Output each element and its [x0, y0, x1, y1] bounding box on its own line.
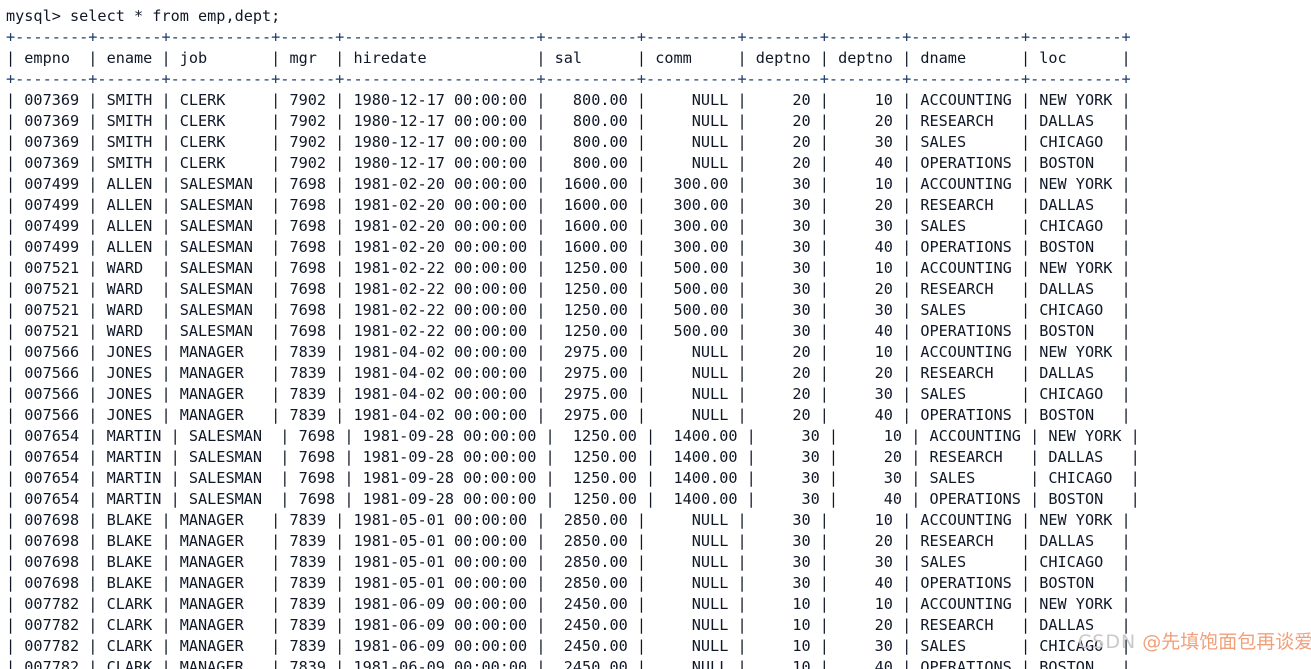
table-row: | 007369 | SMITH | CLERK | 7902 | 1980-1…: [6, 133, 1131, 151]
table-row: | 007654 | MARTIN | SALESMAN | 7698 | 19…: [6, 490, 1140, 508]
table-row: | 007521 | WARD | SALESMAN | 7698 | 1981…: [6, 301, 1131, 319]
table-row: | 007566 | JONES | MANAGER | 7839 | 1981…: [6, 406, 1131, 424]
table-row: | 007521 | WARD | SALESMAN | 7698 | 1981…: [6, 259, 1131, 277]
mysql-prompt-line: mysql> select * from emp,dept;: [6, 7, 281, 25]
table-row: | 007782 | CLARK | MANAGER | 7839 | 1981…: [6, 616, 1131, 634]
table-row: | 007654 | MARTIN | SALESMAN | 7698 | 19…: [6, 448, 1140, 466]
query-result-table: +--------+-------+-----------+------+---…: [6, 27, 1311, 669]
table-row: | 007499 | ALLEN | SALESMAN | 7698 | 198…: [6, 175, 1131, 193]
table-row: | 007566 | JONES | MANAGER | 7839 | 1981…: [6, 364, 1131, 382]
terminal-output[interactable]: mysql> select * from emp,dept; +--------…: [0, 0, 1311, 669]
table-row: | 007499 | ALLEN | SALESMAN | 7698 | 198…: [6, 217, 1131, 235]
table-row: | 007521 | WARD | SALESMAN | 7698 | 1981…: [6, 280, 1131, 298]
table-row: | 007566 | JONES | MANAGER | 7839 | 1981…: [6, 343, 1131, 361]
table-rule-header: +--------+-------+-----------+------+---…: [6, 70, 1131, 88]
table-row: | 007782 | CLARK | MANAGER | 7839 | 1981…: [6, 637, 1131, 655]
table-row: | 007521 | WARD | SALESMAN | 7698 | 1981…: [6, 322, 1131, 340]
table-row: | 007499 | ALLEN | SALESMAN | 7698 | 198…: [6, 196, 1131, 214]
table-row: | 007566 | JONES | MANAGER | 7839 | 1981…: [6, 385, 1131, 403]
table-rule-top: +--------+-------+-----------+------+---…: [6, 28, 1131, 46]
table-row: | 007654 | MARTIN | SALESMAN | 7698 | 19…: [6, 427, 1140, 445]
table-row: | 007698 | BLAKE | MANAGER | 7839 | 1981…: [6, 532, 1131, 550]
table-row: | 007369 | SMITH | CLERK | 7902 | 1980-1…: [6, 112, 1131, 130]
table-row: | 007698 | BLAKE | MANAGER | 7839 | 1981…: [6, 574, 1131, 592]
table-row: | 007782 | CLARK | MANAGER | 7839 | 1981…: [6, 658, 1131, 669]
table-header-row: | empno | ename | job | mgr | hiredate |…: [6, 49, 1131, 67]
table-row: | 007782 | CLARK | MANAGER | 7839 | 1981…: [6, 595, 1131, 613]
table-row: | 007499 | ALLEN | SALESMAN | 7698 | 198…: [6, 238, 1131, 256]
table-row: | 007698 | BLAKE | MANAGER | 7839 | 1981…: [6, 511, 1131, 529]
table-row: | 007654 | MARTIN | SALESMAN | 7698 | 19…: [6, 469, 1140, 487]
table-row: | 007369 | SMITH | CLERK | 7902 | 1980-1…: [6, 154, 1131, 172]
table-row: | 007369 | SMITH | CLERK | 7902 | 1980-1…: [6, 91, 1131, 109]
table-row: | 007698 | BLAKE | MANAGER | 7839 | 1981…: [6, 553, 1131, 571]
